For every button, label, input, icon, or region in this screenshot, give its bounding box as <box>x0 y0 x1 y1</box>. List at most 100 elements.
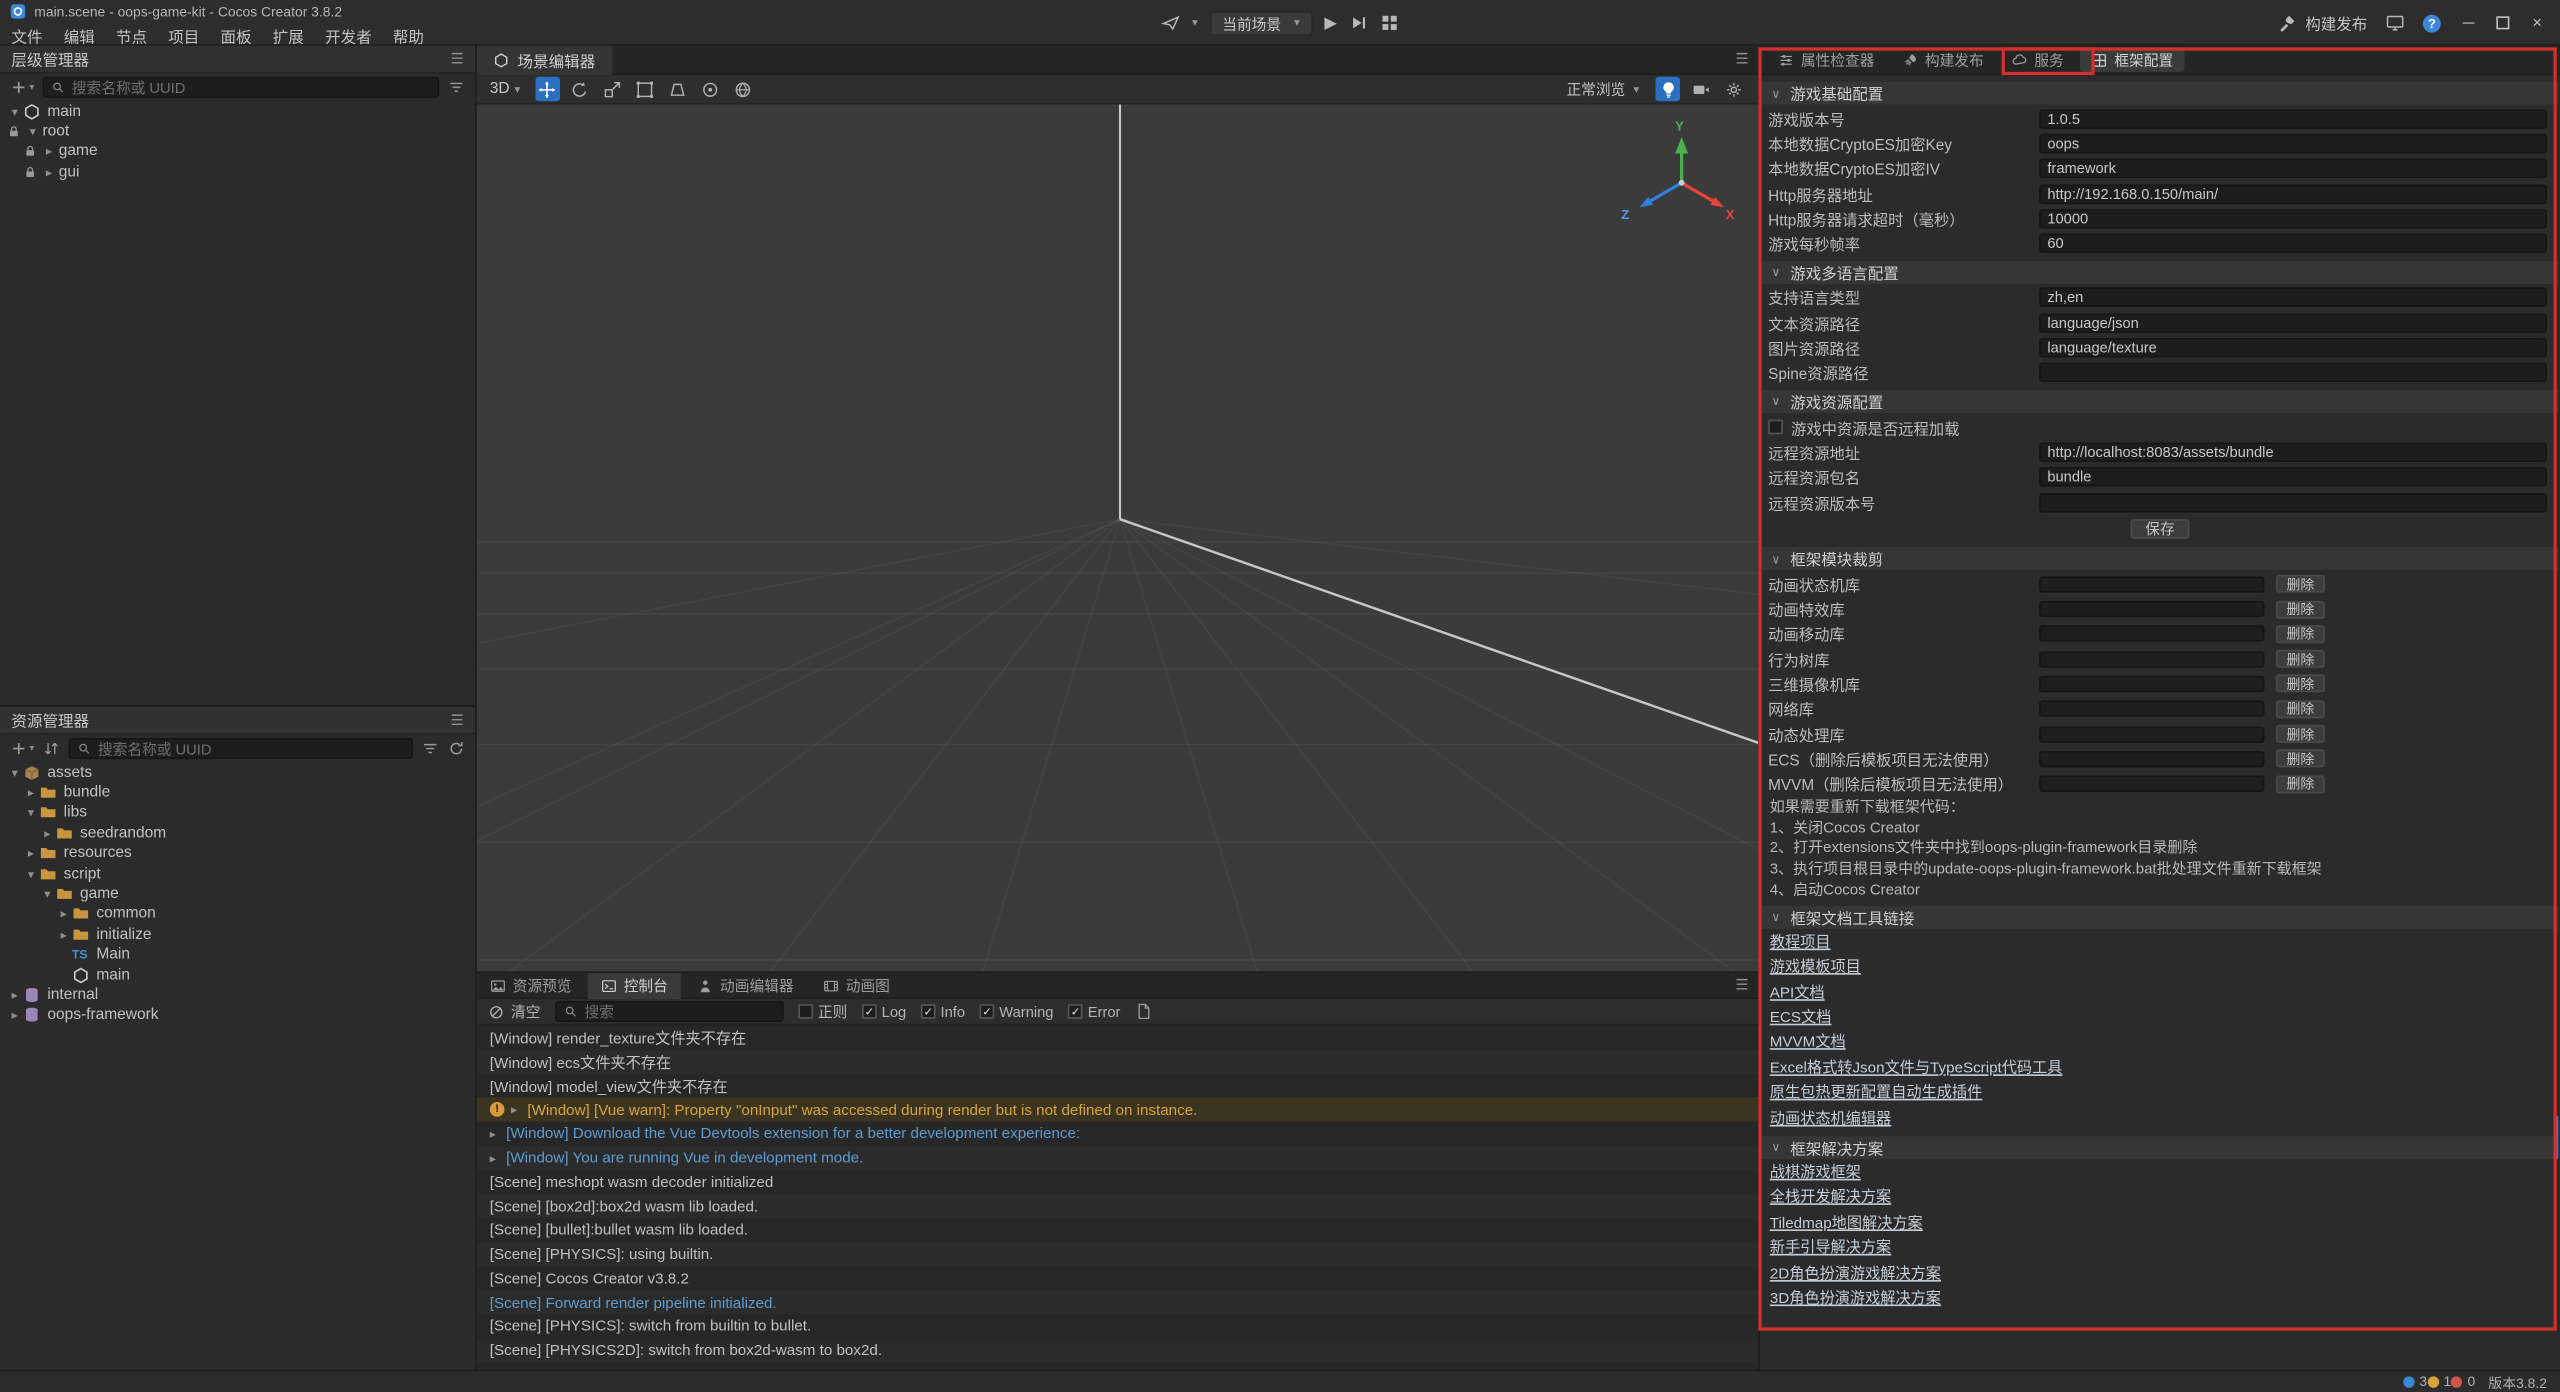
transform-tool-button[interactable] <box>666 77 690 101</box>
section-header[interactable]: ∨游戏资源配置 <box>1762 390 2559 413</box>
hierarchy-tree-item[interactable]: ▾root <box>0 121 475 141</box>
field-input[interactable] <box>2039 467 2547 487</box>
section-header[interactable]: ∨游戏多语言配置 <box>1762 261 2559 284</box>
field-input[interactable] <box>2039 442 2547 462</box>
refresh-assets-button[interactable] <box>447 740 465 758</box>
delete-button[interactable]: 删除 <box>2276 575 2325 593</box>
checkbox-unchecked-icon[interactable] <box>798 1004 813 1019</box>
sort-assets-button[interactable] <box>42 740 60 758</box>
panel-menu-icon[interactable]: ☰ <box>450 50 463 68</box>
view-mode-dropdown[interactable]: 正常浏览▾ <box>1566 78 1639 99</box>
scale-tool-button[interactable] <box>600 77 624 101</box>
expand-icon[interactable]: ▸ <box>7 988 23 1003</box>
log-row[interactable]: ▸[Window] Download the Vue Devtools exte… <box>477 1122 1759 1146</box>
scene-settings-button[interactable] <box>1721 77 1745 101</box>
field-input[interactable] <box>2039 159 2547 179</box>
asset-tree-item[interactable]: ▾game <box>0 884 475 904</box>
expand-icon[interactable]: ▸ <box>23 785 39 800</box>
filter-Info[interactable]: ✓Info <box>921 1003 965 1019</box>
delete-button[interactable]: 删除 <box>2276 650 2325 668</box>
doc-link[interactable]: API文档 <box>1760 981 2560 1006</box>
asset-tree-item[interactable]: ▸initialize <box>0 924 475 944</box>
field-input[interactable] <box>2039 134 2547 154</box>
expand-icon[interactable]: ▸ <box>56 927 72 942</box>
move-tool-button[interactable] <box>535 77 559 101</box>
field-input[interactable] <box>2039 234 2547 254</box>
field-input[interactable] <box>2039 338 2547 358</box>
tab-属性检查器[interactable]: 属性检查器 <box>1767 47 1886 71</box>
clear-console-button[interactable]: 清空 <box>488 1001 540 1022</box>
panel-menu-icon[interactable]: ☰ <box>1735 976 1748 994</box>
orientation-gizmo[interactable]: Y X Z <box>477 104 1759 971</box>
rect-tool-button[interactable] <box>633 77 657 101</box>
hierarchy-search[interactable] <box>42 77 439 98</box>
create-node-button[interactable]: ▾ <box>10 78 35 96</box>
section-header[interactable]: ∨框架模块裁剪 <box>1762 547 2559 570</box>
create-asset-button[interactable]: ▾ <box>10 740 35 758</box>
scene-viewport[interactable]: Y X Z <box>477 104 1759 971</box>
close-button[interactable]: × <box>2527 14 2547 32</box>
doc-link[interactable]: Excel格式转Json文件与TypeScript代码工具 <box>1760 1056 2560 1081</box>
log-row[interactable]: [Scene] [box2d]:box2d wasm lib loaded. <box>477 1194 1759 1218</box>
expand-icon[interactable]: ▸ <box>56 907 72 922</box>
console-search[interactable] <box>555 1001 784 1022</box>
pivot-toggle-button[interactable] <box>698 77 722 101</box>
field-input[interactable] <box>2039 109 2547 129</box>
field-input[interactable] <box>2039 288 2547 308</box>
help-button[interactable]: ? <box>2423 14 2441 32</box>
log-row[interactable]: !▸[Window] [Vue warn]: Property "onInput… <box>477 1098 1759 1122</box>
checkbox-checked-icon[interactable]: ✓ <box>862 1004 877 1019</box>
checkbox-checked-icon[interactable]: ✓ <box>1068 1004 1083 1019</box>
collapse-icon[interactable]: ▾ <box>7 765 23 780</box>
tab-框架配置[interactable]: 框架配置 <box>2080 47 2185 71</box>
preview-dropdown-icon[interactable]: ▾ <box>1192 16 1198 29</box>
log-row[interactable]: [Window] render_texture文件夹不存在 <box>477 1025 1759 1049</box>
tab-构建发布[interactable]: 构建发布 <box>1891 47 1996 71</box>
expand-icon[interactable]: ▸ <box>41 165 57 180</box>
asset-tree-item[interactable]: ▸internal <box>0 985 475 1005</box>
doc-link[interactable]: 原生包热更新配置自动生成插件 <box>1760 1081 2560 1106</box>
asset-tree-item[interactable]: ▸seedrandom <box>0 823 475 843</box>
asset-tree-item[interactable]: ▾libs <box>0 803 475 823</box>
status-error-badge[interactable]: 0 <box>2451 1373 2475 1389</box>
rotate-tool-button[interactable] <box>568 77 592 101</box>
log-row[interactable]: [Window] ecs文件夹不存在 <box>477 1049 1759 1073</box>
play-button[interactable]: ▶ <box>1324 14 1337 32</box>
status-warning-badge[interactable]: 1 <box>2427 1373 2451 1389</box>
doc-link[interactable]: 动画状态机编辑器 <box>1760 1106 2560 1131</box>
console-search-input[interactable] <box>585 1003 776 1019</box>
log-row[interactable]: [Scene] [PHYSICS2D]: switch from box2d-w… <box>477 1338 1759 1362</box>
tab-动画图[interactable]: 动画图 <box>810 972 903 998</box>
step-button[interactable] <box>1348 13 1368 33</box>
3d-mode-button[interactable]: 3D▾ <box>490 80 520 98</box>
collapse-icon[interactable]: ▾ <box>24 124 40 139</box>
section-header[interactable]: ∨框架文档工具链接 <box>1762 906 2559 929</box>
panel-menu-icon[interactable]: ☰ <box>1735 51 1748 69</box>
panel-menu-icon[interactable]: ☰ <box>450 711 463 729</box>
preview-browser-icon[interactable] <box>1161 13 1181 33</box>
asset-tree-item[interactable]: TSMain <box>0 945 475 965</box>
expand-icon[interactable]: ▸ <box>39 826 55 841</box>
export-log-button[interactable] <box>1135 1002 1153 1020</box>
hierarchy-filter-button[interactable] <box>447 78 465 96</box>
menu-item[interactable]: 文件 <box>11 24 42 47</box>
assets-filter-button[interactable] <box>421 740 439 758</box>
menu-item[interactable]: 开发者 <box>325 24 372 47</box>
collapse-icon[interactable]: ▾ <box>23 806 39 821</box>
status-info-badge[interactable]: 3 <box>2403 1373 2427 1389</box>
section-header[interactable]: ∨框架解决方案 <box>1762 1136 2559 1159</box>
expand-icon[interactable]: ▸ <box>511 1102 527 1117</box>
preview-device-icon[interactable] <box>2385 13 2405 33</box>
field-input[interactable] <box>2039 209 2547 229</box>
expand-icon[interactable]: ▸ <box>41 144 57 159</box>
asset-tree-item[interactable]: ▸oops-framework <box>0 1005 475 1025</box>
log-row[interactable]: [Scene] meshopt wasm decoder initialized <box>477 1170 1759 1194</box>
checkbox-checked-icon[interactable]: ✓ <box>980 1004 995 1019</box>
doc-link[interactable]: 2D角色扮演游戏解决方案 <box>1760 1261 2560 1286</box>
menu-item[interactable]: 节点 <box>116 24 147 47</box>
delete-button[interactable]: 删除 <box>2276 600 2325 618</box>
doc-link[interactable]: 教程项目 <box>1760 930 2560 955</box>
coordinate-toggle-button[interactable] <box>731 77 755 101</box>
filter-Warning[interactable]: ✓Warning <box>980 1003 1054 1019</box>
asset-tree-item[interactable]: ▸common <box>0 904 475 924</box>
